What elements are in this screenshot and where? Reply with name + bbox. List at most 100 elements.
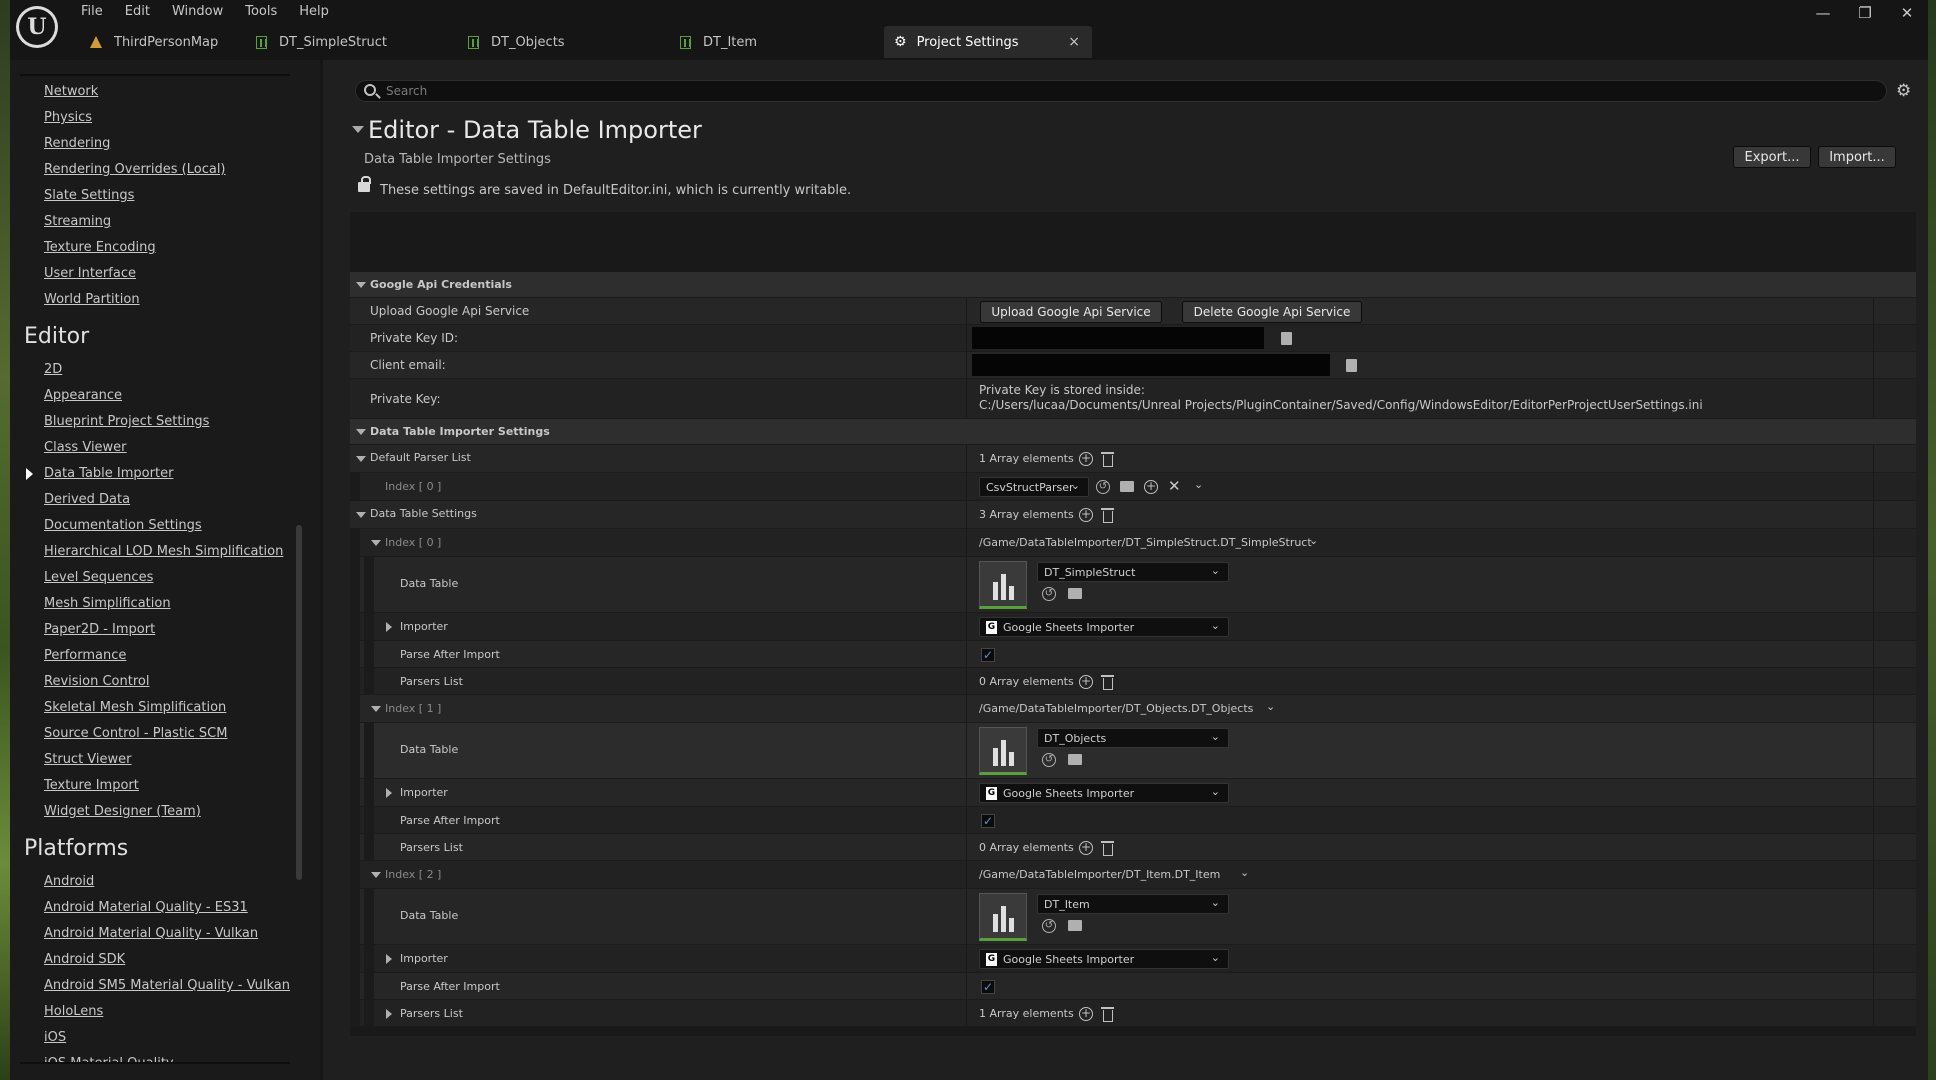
import-button[interactable]: Import... [1818, 146, 1896, 168]
chevron-down-icon[interactable]: ⌄ [1309, 534, 1318, 547]
sidebar-item-physics[interactable]: Physics [44, 110, 92, 125]
tab-dt-simplestruct[interactable]: DT_SimpleStruct [248, 26, 460, 58]
parse-after-import-checkbox[interactable]: ✓ [981, 980, 995, 994]
sidebar-scrollbar[interactable] [296, 525, 302, 880]
sidebar-item-mesh-simplification[interactable]: Mesh Simplification [44, 596, 171, 611]
data-table-combo[interactable]: DT_Objects ⌄ [1037, 728, 1229, 748]
unreal-logo-icon[interactable]: U [16, 6, 58, 48]
sidebar-item-texture-import[interactable]: Texture Import [44, 778, 139, 793]
trash-icon[interactable] [1101, 1007, 1114, 1022]
menu-tools[interactable]: Tools [234, 0, 288, 24]
chevron-down-icon[interactable] [356, 512, 366, 518]
sidebar-item-appearance[interactable]: Appearance [44, 388, 122, 403]
browse-icon[interactable] [1068, 588, 1082, 599]
category-google-api[interactable]: Google Api Credentials [350, 272, 1916, 298]
sidebar-item-rendering[interactable]: Rendering [44, 136, 110, 151]
reset-icon[interactable]: ↺ [1096, 480, 1110, 494]
add-element-icon[interactable]: + [1079, 508, 1093, 522]
data-table-combo[interactable]: DT_Item ⌄ [1037, 894, 1229, 914]
clipboard-icon[interactable] [1281, 332, 1292, 345]
close-window-button[interactable]: ✕ [1886, 4, 1928, 22]
sidebar-item-documentation-settings[interactable]: Documentation Settings [44, 518, 202, 533]
sidebar-item-hololens[interactable]: HoloLens [44, 1004, 103, 1019]
sidebar-item-performance[interactable]: Performance [44, 648, 126, 663]
sidebar-item-world-partition[interactable]: World Partition [44, 292, 140, 307]
upload-google-api-button[interactable]: Upload Google Api Service [980, 301, 1162, 323]
chevron-down-icon[interactable] [371, 706, 381, 712]
sidebar-item-android-es31[interactable]: Android Material Quality - ES31 [44, 900, 248, 915]
collapse-section-icon[interactable] [352, 126, 364, 133]
gear-icon[interactable]: ⚙ [1896, 81, 1911, 101]
datatable-thumbnail-icon[interactable] [979, 561, 1027, 609]
add-element-icon[interactable]: + [1079, 675, 1093, 689]
sidebar-item-android-sdk[interactable]: Android SDK [44, 952, 125, 967]
sidebar-item-widget-designer[interactable]: Widget Designer (Team) [44, 804, 201, 819]
reset-icon[interactable]: ↺ [1042, 753, 1056, 767]
importer-combo[interactable]: G Google Sheets Importer ⌄ [979, 617, 1229, 637]
menu-window[interactable]: Window [161, 0, 234, 24]
tab-thirdpersonmap[interactable]: ThirdPersonMap [76, 26, 248, 58]
menu-edit[interactable]: Edit [114, 0, 161, 24]
sidebar-item-revision-control[interactable]: Revision Control [44, 674, 149, 689]
add-element-icon[interactable]: + [1079, 1007, 1093, 1021]
chevron-right-icon[interactable] [386, 954, 392, 964]
chevron-right-icon[interactable] [386, 788, 392, 798]
add-element-icon[interactable]: + [1079, 841, 1093, 855]
clear-icon[interactable]: ✕ [1168, 477, 1181, 495]
sidebar-item-android-vulkan[interactable]: Android Material Quality - Vulkan [44, 926, 258, 941]
parse-after-import-checkbox[interactable]: ✓ [981, 814, 995, 828]
browse-icon[interactable] [1068, 754, 1082, 765]
sidebar-item-rendering-overrides[interactable]: Rendering Overrides (Local) [44, 162, 226, 177]
sidebar-item-struct-viewer[interactable]: Struct Viewer [44, 752, 132, 767]
sidebar-item-source-control-plastic[interactable]: Source Control - Plastic SCM [44, 726, 227, 741]
private-key-id-field[interactable] [972, 327, 1264, 349]
sidebar-item-blueprint-project-settings[interactable]: Blueprint Project Settings [44, 414, 209, 429]
sidebar-item-data-table-importer[interactable]: Data Table Importer [44, 466, 173, 481]
sidebar-item-user-interface[interactable]: User Interface [44, 266, 136, 281]
trash-icon[interactable] [1101, 675, 1114, 690]
chevron-down-icon[interactable]: ⌄ [1240, 866, 1249, 879]
chevron-down-icon[interactable] [356, 456, 366, 462]
tab-dt-objects[interactable]: DT_Objects [460, 26, 672, 58]
sidebar-item-2d[interactable]: 2D [44, 362, 62, 377]
search-input[interactable]: Search [355, 80, 1887, 102]
trash-icon[interactable] [1101, 841, 1114, 856]
chevron-right-icon[interactable] [386, 622, 392, 632]
sidebar-item-network[interactable]: Network [44, 84, 98, 99]
tab-dt-item[interactable]: DT_Item [672, 26, 884, 58]
browse-icon[interactable] [1120, 481, 1134, 492]
add-element-icon[interactable]: + [1079, 452, 1093, 466]
datatable-thumbnail-icon[interactable] [979, 893, 1027, 941]
trash-icon[interactable] [1101, 508, 1114, 523]
close-tab-icon[interactable]: × [1068, 34, 1080, 50]
sidebar-item-slate-settings[interactable]: Slate Settings [44, 188, 134, 203]
parse-after-import-checkbox[interactable]: ✓ [981, 648, 995, 662]
add-element-icon[interactable]: + [1144, 480, 1158, 494]
sidebar-item-paper2d-import[interactable]: Paper2D - Import [44, 622, 155, 637]
sidebar-item-hlod-mesh-simplification[interactable]: Hierarchical LOD Mesh Simplification [44, 544, 283, 559]
sidebar-item-skeletal-mesh-simplification[interactable]: Skeletal Mesh Simplification [44, 700, 226, 715]
client-email-field[interactable] [972, 354, 1330, 376]
sidebar-item-ios[interactable]: iOS [44, 1030, 66, 1045]
importer-combo[interactable]: G Google Sheets Importer ⌄ [979, 949, 1229, 969]
sidebar-item-class-viewer[interactable]: Class Viewer [44, 440, 127, 455]
chevron-down-icon[interactable]: ⌄ [1194, 478, 1203, 491]
menu-file[interactable]: File [70, 0, 114, 24]
delete-google-api-button[interactable]: Delete Google Api Service [1182, 301, 1362, 323]
sidebar-item-derived-data[interactable]: Derived Data [44, 492, 130, 507]
tab-project-settings[interactable]: ⚙ Project Settings × [884, 26, 1092, 58]
sidebar-item-android-sm5-vulkan[interactable]: Android SM5 Material Quality - Vulkan [44, 978, 290, 993]
datatable-thumbnail-icon[interactable] [979, 727, 1027, 775]
sidebar-item-android[interactable]: Android [44, 874, 94, 889]
chevron-down-icon[interactable]: ⌄ [1266, 700, 1275, 713]
parser-class-combo[interactable]: CsvStructParser ⌄ [979, 477, 1089, 497]
sidebar-item-streaming[interactable]: Streaming [44, 214, 111, 229]
chevron-down-icon[interactable] [371, 872, 381, 878]
trash-icon[interactable] [1101, 452, 1114, 467]
sidebar-item-texture-encoding[interactable]: Texture Encoding [44, 240, 156, 255]
reset-icon[interactable]: ↺ [1042, 587, 1056, 601]
reset-icon[interactable]: ↺ [1042, 919, 1056, 933]
chevron-down-icon[interactable] [371, 540, 381, 546]
minimize-button[interactable]: — [1802, 4, 1844, 22]
data-table-combo[interactable]: DT_SimpleStruct ⌄ [1037, 562, 1229, 582]
